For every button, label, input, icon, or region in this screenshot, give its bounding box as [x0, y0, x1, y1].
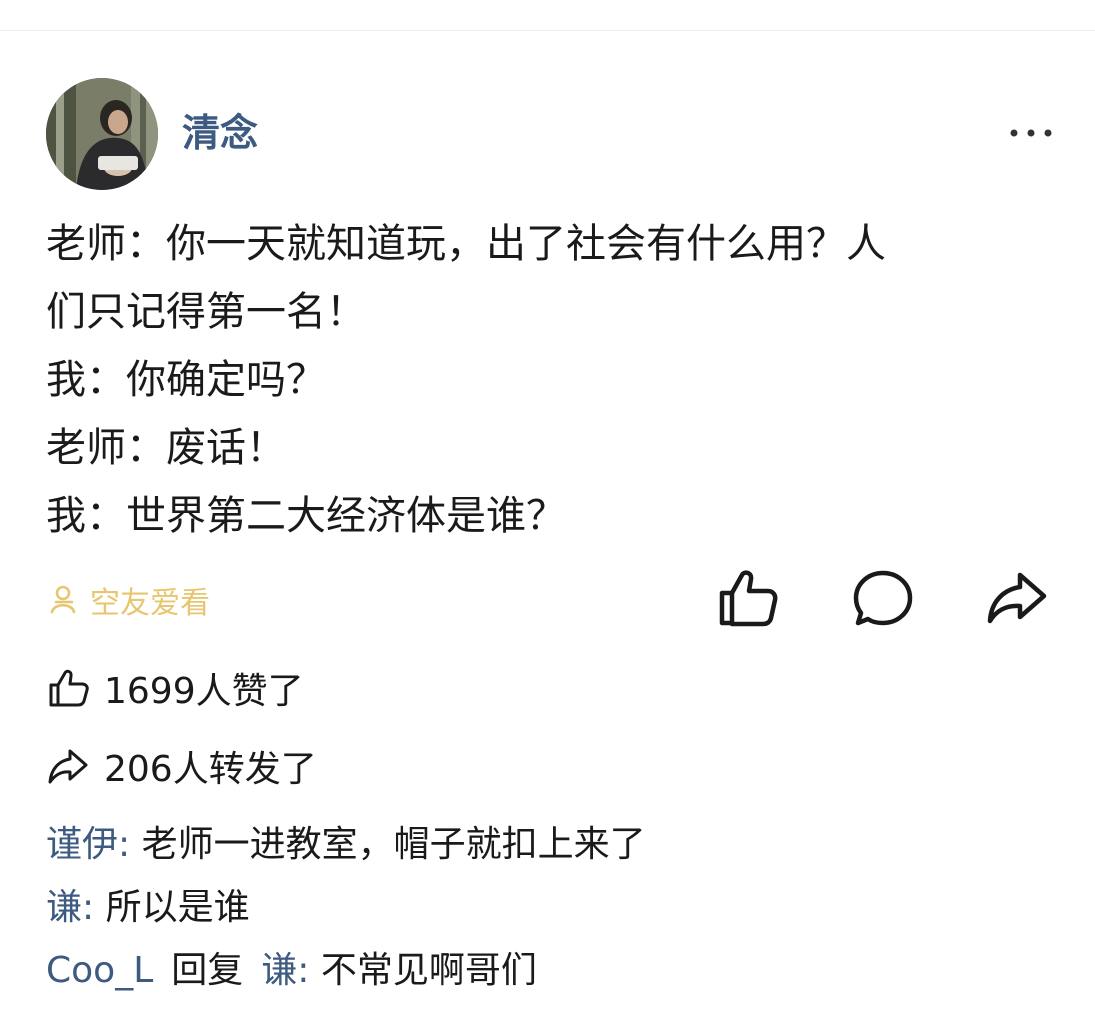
likes-count-text: 1699人赞了 [104, 671, 304, 712]
share-arrow-icon [48, 749, 88, 784]
likes-summary[interactable]: 1699人赞了 [46, 663, 304, 713]
post-content-line: 老师：你一天就知道玩，出了社会有什么用？人 [46, 221, 886, 267]
post-content-line: 我：你确定吗？ [46, 357, 326, 403]
friends-icon [50, 585, 76, 614]
shares-summary[interactable]: 206人转发了 [46, 741, 317, 791]
avatar[interactable] [46, 78, 158, 190]
comment-text: 不常见啊哥们 [320, 950, 537, 991]
comment-text: 老师一进教室，帽子就扣上来了 [141, 824, 646, 865]
comment-button[interactable] [848, 563, 918, 633]
comment-author[interactable]: 谦 [46, 887, 82, 928]
post-content-line: 们只记得第一名！ [46, 289, 366, 335]
post-content-line: 老师：废话！ [46, 425, 286, 471]
like-button[interactable] [712, 563, 782, 633]
post-author-name[interactable]: 清念 [182, 108, 258, 158]
comment-separator: : [82, 887, 106, 928]
comment-bubble-icon [853, 570, 913, 626]
comment-separator: : [297, 950, 321, 991]
post-content: 老师：你一天就知道玩，出了社会有什么用？人 们只记得第一名！ 我：你确定吗？ 老… [46, 210, 1056, 550]
more-dots-icon[interactable] [1006, 118, 1056, 148]
visibility-tag-label: 空友爱看 [90, 586, 210, 621]
comment-item[interactable]: 谦: 所以是谁 [46, 883, 250, 933]
thumbs-up-icon [49, 669, 89, 707]
comment-author[interactable]: 谨伊 [46, 824, 118, 865]
comment-item[interactable]: Coo_L 回复 谦: 不常见啊哥们 [46, 946, 537, 996]
reply-to-author[interactable]: 谦 [261, 950, 297, 991]
comment-item[interactable]: 谨伊: 老师一进教室，帽子就扣上来了 [46, 820, 646, 870]
avatar-photo [46, 78, 158, 190]
post-content-line: 我：世界第二大经济体是谁？ [46, 493, 566, 539]
post-header: 清念 [46, 78, 1056, 190]
thumbs-up-icon [719, 570, 778, 627]
comment-separator: : [118, 824, 142, 865]
post-card: 清念 老师：你一天就知道玩，出了社会有什么用？人 们只记得第一名！ 我：你确定吗… [0, 0, 1095, 1011]
share-arrow-icon [987, 572, 1047, 624]
shares-count-text: 206人转发了 [104, 749, 317, 790]
comment-author[interactable]: Coo_L [46, 950, 153, 991]
share-button[interactable] [982, 563, 1052, 633]
comment-text: 所以是谁 [105, 887, 250, 928]
reply-label: 回复 [171, 950, 244, 991]
visibility-tag[interactable]: 空友爱看 [46, 578, 210, 622]
